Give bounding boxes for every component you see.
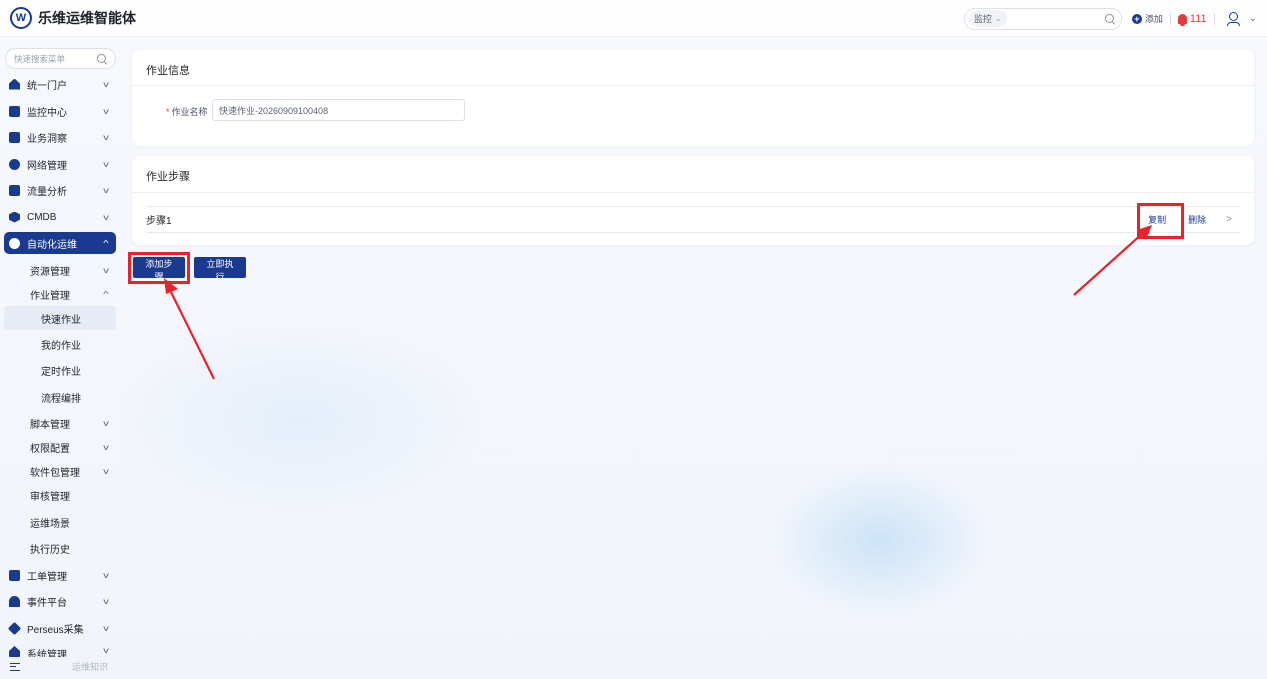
- sidebar-item-portal[interactable]: 统一门户 v: [4, 73, 116, 95]
- menu-search-input[interactable]: [14, 53, 97, 64]
- sidebar-item-ops-scenarios[interactable]: 运维场景: [4, 511, 116, 533]
- sidebar-item-perseus[interactable]: Perseus采集 v: [4, 617, 116, 639]
- sidebar-item-resource-mgmt[interactable]: 资源管理 v: [4, 259, 116, 281]
- chevron-down-icon[interactable]: ⌄: [1249, 13, 1257, 24]
- chevron-up-icon: ^: [103, 289, 109, 299]
- sidebar-item-business-insight[interactable]: 业务洞察 v: [4, 126, 116, 148]
- highlight-box-copy: [1137, 203, 1184, 239]
- sidebar-item-permission-config[interactable]: 权限配置 v: [4, 436, 116, 458]
- search-icon[interactable]: [1104, 13, 1115, 24]
- chevron-right-icon[interactable]: >: [1226, 214, 1232, 225]
- search-icon[interactable]: [97, 53, 107, 64]
- divider: [132, 192, 1254, 193]
- step-name: 步骤1: [146, 216, 172, 227]
- chevron-down-icon: v: [103, 596, 109, 606]
- divider: [1169, 12, 1171, 25]
- global-search-box[interactable]: 监控 ⌄: [963, 7, 1122, 30]
- sidebar-item-package-mgmt[interactable]: 软件包管理 v: [4, 460, 116, 482]
- chevron-down-icon: v: [103, 570, 109, 580]
- menu-search-box[interactable]: [5, 48, 116, 69]
- sidebar-item-automation[interactable]: 自动化运维 ^: [4, 232, 116, 254]
- ticket-icon: [9, 569, 20, 581]
- job-name-input[interactable]: [212, 99, 465, 121]
- chevron-down-icon: v: [103, 159, 109, 169]
- sidebar-item-job-mgmt[interactable]: 作业管理 ^: [4, 283, 116, 305]
- bell-icon: [9, 595, 20, 607]
- delete-step-button[interactable]: 删除: [1188, 213, 1206, 226]
- chart-icon: [9, 184, 20, 196]
- globe-icon: [9, 158, 20, 170]
- monitor-icon: [9, 105, 20, 117]
- chevron-down-icon: ⌄: [994, 14, 1002, 23]
- chevron-down-icon: v: [103, 623, 109, 633]
- cube-icon: [9, 211, 20, 223]
- plus-icon: +: [1131, 13, 1142, 24]
- chevron-down-icon: v: [103, 106, 109, 116]
- bell-icon: [1177, 13, 1187, 26]
- insight-icon: [9, 131, 20, 143]
- sidebar: 统一门户 v 监控中心 v 业务洞察 v 网络管理 v 流量分析 v CMDB …: [0, 37, 124, 679]
- diamond-icon: [7, 621, 22, 635]
- sidebar-item-flow-orchestration[interactable]: 流程编排: [4, 386, 116, 408]
- sidebar-item-scheduled-jobs[interactable]: 定时作业: [4, 359, 116, 381]
- sidebar-item-quick-job[interactable]: 快速作业: [4, 306, 116, 330]
- app-title: 乐维运维智能体: [38, 10, 136, 26]
- job-info-card: 作业信息 * 作业名称: [132, 50, 1254, 146]
- job-name-label: * 作业名称: [166, 107, 208, 117]
- sidebar-item-traffic[interactable]: 流量分析 v: [4, 179, 116, 201]
- sidebar-item-monitor[interactable]: 监控中心 v: [4, 100, 116, 122]
- sidebar-item-exec-history[interactable]: 执行历史: [4, 537, 116, 559]
- gear-icon: [9, 237, 20, 249]
- sidebar-item-cmdb[interactable]: CMDB v: [4, 206, 116, 228]
- sidebar-item-tickets[interactable]: 工单管理 v: [4, 564, 116, 586]
- chevron-down-icon: v: [103, 265, 109, 275]
- job-steps-card: 作业步骤 步骤1 复制 删除 >: [132, 156, 1254, 245]
- menu-collapse-icon[interactable]: [10, 662, 20, 671]
- logo-icon: W: [10, 7, 32, 29]
- arrow-line-add-step: [169, 289, 215, 380]
- chevron-down-icon: v: [103, 132, 109, 142]
- chevron-down-icon: v: [103, 646, 109, 655]
- app-logo[interactable]: W 乐维运维智能体: [10, 7, 136, 29]
- home-icon: [9, 78, 20, 90]
- top-header: W 乐维运维智能体 监控 ⌄ + 添加 111 ⌄: [0, 0, 1267, 37]
- notifications-button[interactable]: 111: [1177, 12, 1207, 26]
- chevron-down-icon: v: [103, 212, 109, 222]
- knowledge-link[interactable]: 运维知识: [72, 660, 108, 673]
- highlight-box-add-step: [128, 252, 190, 284]
- chevron-down-icon: v: [103, 466, 109, 476]
- job-info-title: 作业信息: [146, 65, 190, 77]
- divider: [1213, 12, 1215, 25]
- chevron-up-icon: ^: [103, 238, 109, 248]
- chevron-down-icon: v: [103, 79, 109, 89]
- chevron-down-icon: v: [103, 185, 109, 195]
- sidebar-item-my-jobs[interactable]: 我的作业: [4, 333, 116, 355]
- chevron-down-icon: v: [103, 442, 109, 452]
- chevron-down-icon: v: [103, 418, 109, 428]
- search-scope-select[interactable]: 监控 ⌄: [968, 10, 1007, 27]
- sidebar-item-network[interactable]: 网络管理 v: [4, 153, 116, 175]
- divider: [132, 85, 1254, 86]
- add-button[interactable]: + 添加: [1131, 12, 1163, 25]
- notification-count: 111: [1189, 12, 1207, 25]
- sidebar-item-review-mgmt[interactable]: 审核管理: [4, 484, 116, 506]
- sidebar-item-system[interactable]: 系统管理 v: [4, 643, 116, 657]
- execute-now-button[interactable]: 立即执行: [194, 257, 246, 282]
- step-row[interactable]: 步骤1 复制 删除 >: [146, 206, 1240, 233]
- sidebar-item-script-mgmt[interactable]: 脚本管理 v: [4, 412, 116, 434]
- sidebar-item-events[interactable]: 事件平台 v: [4, 590, 116, 612]
- job-steps-title: 作业步骤: [146, 171, 190, 183]
- system-icon: [9, 646, 20, 657]
- user-icon[interactable]: [1226, 11, 1240, 26]
